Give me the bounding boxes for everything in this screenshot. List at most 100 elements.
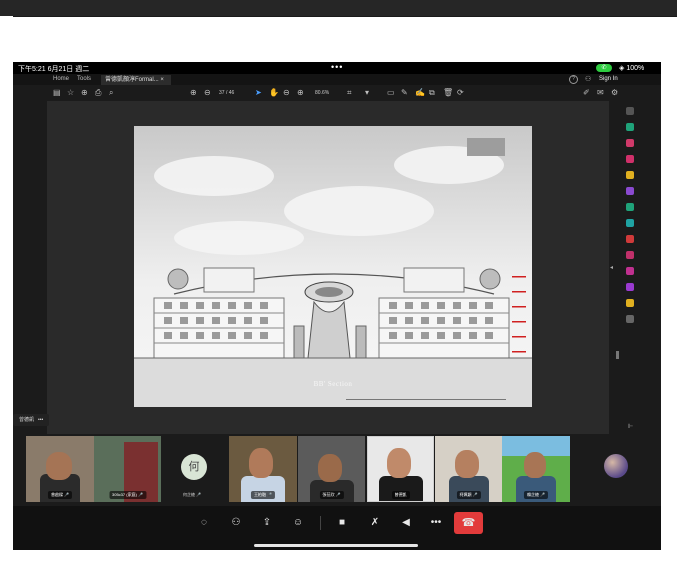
participant-name: 何芷綾 🎤 — [183, 492, 202, 497]
ipad-screen: 下午5:21 6月21日 週二 ••• ✆ ◈ 100% Home Tools … — [13, 62, 661, 550]
upload-icon[interactable]: ⊕ — [81, 88, 88, 97]
tab-home[interactable]: Home — [53, 76, 69, 82]
scroll-handle[interactable] — [616, 351, 619, 359]
end-call-icon[interactable]: ☎ — [454, 512, 483, 534]
help-icon[interactable]: ? — [569, 75, 578, 84]
scan-icon[interactable] — [626, 283, 634, 291]
chat-icon[interactable]: ◌ — [197, 516, 211, 530]
sign-icon[interactable]: ✍ — [415, 88, 425, 97]
status-bar: 下午5:21 6月21日 週二 ••• ✆ ◈ 100% — [13, 62, 661, 74]
crop-icon[interactable]: ⌗ — [347, 88, 352, 98]
presenter-badge[interactable]: 曾德凱 ••• — [13, 414, 50, 426]
fill-sign-icon[interactable] — [626, 251, 634, 259]
speaker-icon[interactable]: ◀ — [399, 516, 413, 530]
compress-icon[interactable] — [626, 203, 634, 211]
browser-top-bar — [0, 0, 677, 16]
video-off-icon[interactable]: ■ — [335, 516, 349, 530]
participant-avatar-photo[interactable] — [604, 454, 628, 478]
participant-tile[interactable]: 王柏融 🎤 — [229, 436, 297, 502]
multitask-dots[interactable]: ••• — [331, 62, 343, 72]
section-title: BB' Section — [313, 380, 353, 388]
mic-off-icon[interactable]: ✗ — [368, 516, 382, 530]
stamp-icon[interactable]: ⧉ — [429, 88, 435, 98]
protect-icon[interactable] — [626, 219, 634, 227]
save-icon[interactable]: ▤ — [53, 88, 61, 97]
mail-icon[interactable]: ✉ — [597, 88, 604, 97]
zoom-tool-icon[interactable] — [626, 107, 634, 115]
participant-tile[interactable]: 柯姵穎 🎤 — [435, 436, 502, 502]
participant-name: 賴芷綾 🎤 — [523, 491, 549, 499]
participant-face — [524, 452, 546, 478]
pdf-tab-row: Home Tools 曾德凱顏淳Formal... × ? ⚇ Sign In — [13, 74, 661, 85]
delete-icon[interactable]: 🗑 — [443, 88, 453, 97]
presenter-more-icon[interactable]: ••• — [38, 417, 43, 423]
comment-icon[interactable]: ▭ — [387, 88, 395, 97]
expand-panel-icon[interactable]: ⊩ — [628, 423, 633, 430]
hand-icon[interactable]: ✋ — [269, 88, 279, 97]
right-tools-panel: ◂ ⊩ — [609, 101, 661, 434]
more-tools-icon[interactable]: ⟳ — [457, 88, 464, 97]
participant-tile[interactable]: 305c37 (家庭) 🎤 — [94, 436, 161, 502]
status-time: 下午5:21 6月21日 週二 — [18, 66, 90, 73]
page-down-icon[interactable]: ⊖ — [204, 88, 211, 97]
settings-icon[interactable]: ⚙ — [611, 88, 618, 97]
active-speaker-frame — [367, 436, 434, 502]
participant-face — [249, 448, 273, 478]
wifi-battery-indicator: ◈ 100% — [619, 65, 645, 72]
top-divider — [13, 16, 677, 17]
send-icon[interactable] — [626, 267, 634, 275]
zoom-out-icon[interactable]: ⊖ — [283, 88, 290, 97]
edit-text-icon[interactable] — [626, 299, 634, 307]
tab-document[interactable]: 曾德凱顏淳Formal... × — [101, 75, 171, 85]
participant-name: 張莅欣 🎤 — [319, 491, 344, 499]
edit-pdf-icon[interactable]: ✐ — [583, 88, 590, 97]
meeting-controls: ◌ ⚇ ⇪ ☺ ■ ✗ ◀ ••• ☎ — [13, 506, 661, 550]
participants-icon[interactable]: ⚇ — [229, 516, 243, 530]
controls-separator — [320, 516, 321, 530]
participant-name: 曾啟樑 🎤 — [47, 491, 73, 499]
page-up-icon[interactable]: ⊕ — [190, 88, 197, 97]
phone-icon[interactable]: ✆ — [596, 64, 612, 72]
pen-icon[interactable]: ✎ — [401, 88, 408, 97]
account-icon[interactable]: ⚇ — [585, 75, 591, 83]
building-section-drawing — [134, 267, 532, 359]
select-cursor-icon[interactable]: ➤ — [255, 88, 262, 97]
presenter-name: 曾德凱 — [19, 417, 35, 423]
participant-avatar-initial[interactable]: 何 — [181, 454, 207, 480]
sign-in-link[interactable]: Sign In — [599, 76, 618, 82]
participant-name: 305c37 (家庭) 🎤 — [109, 491, 146, 499]
reaction-icon[interactable]: ☺ — [291, 516, 305, 530]
export-pdf-icon[interactable] — [626, 139, 634, 147]
pdf-toolbar: ▤ ☆ ⊕ ⎙ ⌕ ⊕ ⊖ 37 / 46 ➤ ✋ ⊖ ⊕ 80.6% ⌗ ▾ … — [13, 85, 661, 101]
collapse-right-icon[interactable]: ◂ — [610, 264, 613, 271]
share-screen-icon[interactable]: ⇪ — [260, 516, 274, 530]
create-pdf-icon[interactable] — [626, 155, 634, 163]
redact-icon[interactable] — [626, 235, 634, 243]
participant-tile[interactable]: 張莅欣 🎤 — [298, 436, 365, 502]
video-strip: 曾啟樑 🎤 305c37 (家庭) 🎤 何 何芷綾 🎤 王柏融 🎤 張莅欣 🎤 … — [13, 434, 661, 506]
comment-tool-icon[interactable] — [626, 171, 634, 179]
more-options-icon[interactable]: ••• — [429, 516, 443, 530]
participant-face — [46, 452, 72, 480]
search-icon[interactable]: ⌕ — [109, 88, 113, 98]
print-icon[interactable]: ⎙ — [95, 88, 101, 98]
organize-pages-icon[interactable] — [626, 123, 634, 131]
zoom-in-icon[interactable]: ⊕ — [297, 88, 304, 97]
highlight-icon[interactable]: ▾ — [365, 88, 369, 97]
participant-face — [455, 450, 479, 478]
tab-tools[interactable]: Tools — [77, 76, 91, 82]
participant-name: 柯姵穎 🎤 — [456, 491, 481, 499]
more-right-icon[interactable] — [626, 315, 634, 323]
participant-tile-active[interactable]: 曾德凱 — [367, 436, 434, 502]
participant-tile[interactable]: 賴芷綾 🎤 — [502, 436, 570, 502]
left-panel: ⎗ ⚲ ◎ ◂ — [13, 101, 65, 434]
combine-icon[interactable] — [626, 187, 634, 195]
home-indicator[interactable] — [254, 544, 418, 547]
zoom-level[interactable]: 80.6% — [315, 90, 329, 96]
participant-face — [318, 454, 342, 482]
participant-tile[interactable]: 曾啟樑 🎤 — [26, 436, 94, 502]
scale-bar — [346, 399, 506, 400]
page-number[interactable]: 37 / 46 — [219, 90, 234, 96]
star-icon[interactable]: ☆ — [67, 88, 74, 97]
participant-name: 王柏融 🎤 — [250, 491, 276, 499]
